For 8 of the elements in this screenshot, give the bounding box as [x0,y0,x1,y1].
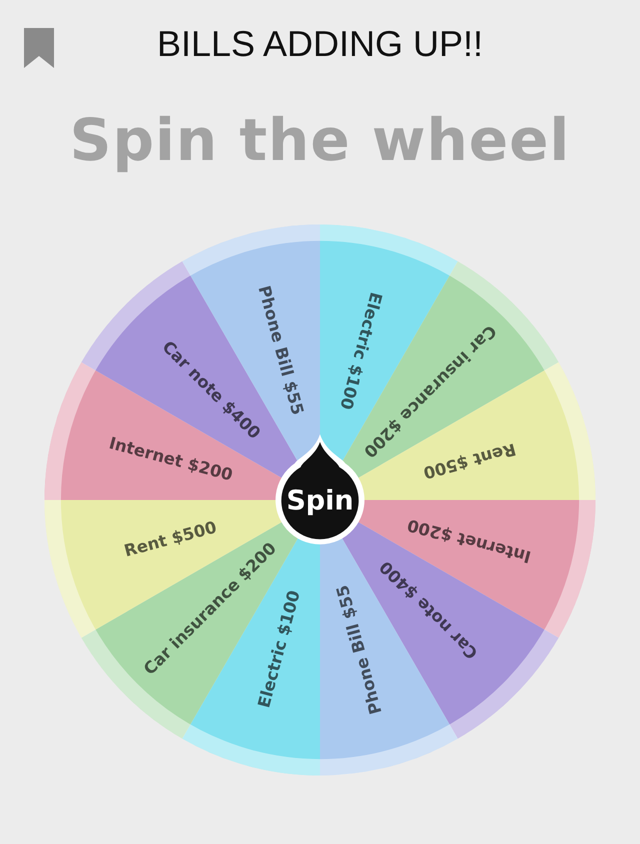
bookmark-icon[interactable] [22,28,56,68]
spin-button[interactable]: Spin [276,434,364,544]
page-title: BILLS ADDING UP!! [156,22,484,66]
segment-label: Phone Bill $55 [332,582,386,716]
heading: Spin the wheel [70,106,570,174]
segment-label: Phone Bill $55 [254,284,308,418]
segment-label: Rent $500 [421,440,518,482]
segment-label: Rent $500 [122,518,219,560]
